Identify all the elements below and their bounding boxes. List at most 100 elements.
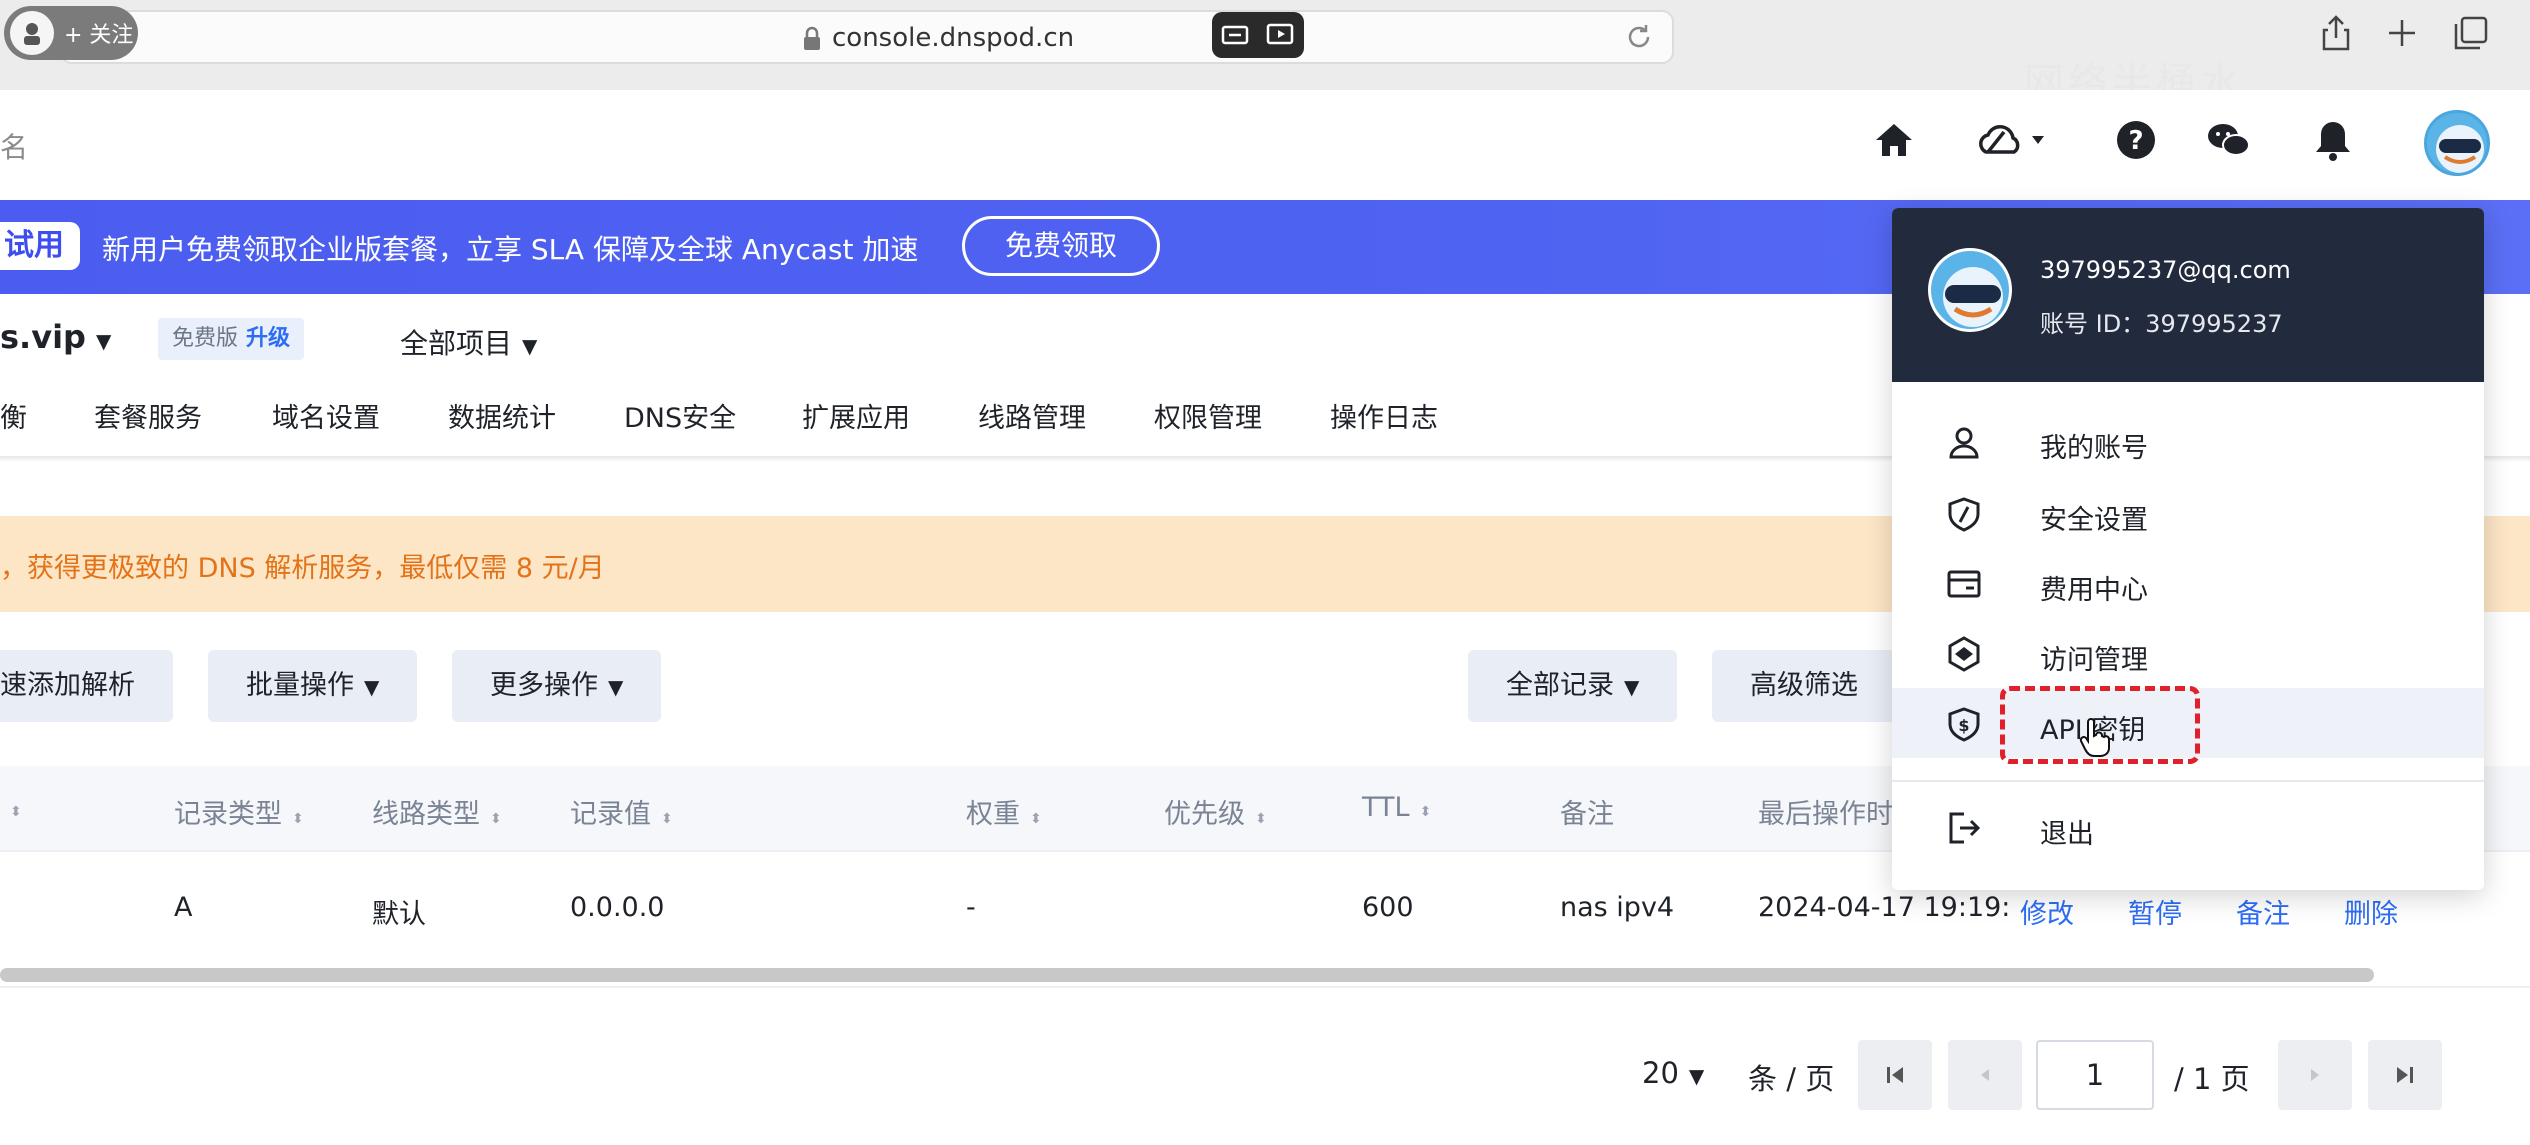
delete-link[interactable]: 删除 — [2344, 892, 2398, 931]
th-host[interactable]: ⬍ — [0, 792, 22, 823]
th-priority[interactable]: 优先级 ⬍ — [1164, 792, 1267, 831]
tabs-overview-icon[interactable] — [2452, 14, 2490, 52]
tab-package-service[interactable]: 套餐服务 — [94, 396, 202, 435]
tab-operation-log[interactable]: 操作日志 — [1330, 396, 1438, 435]
picture-in-picture-icon[interactable] — [1266, 22, 1296, 48]
caret-down-icon: ▼ — [608, 675, 624, 699]
pip-controls — [1212, 12, 1304, 58]
cell-record-value: 0.0.0.0 — [570, 892, 665, 923]
menu-item-security-settings[interactable]: 安全设置 — [1892, 478, 2484, 548]
cloud-icon[interactable] — [1974, 118, 2054, 162]
tab-permission-management[interactable]: 权限管理 — [1154, 396, 1262, 435]
user-avatar[interactable] — [2424, 110, 2490, 176]
th-record-value[interactable]: 记录值 ⬍ — [570, 792, 673, 831]
menu-item-logout[interactable]: 退出 — [1892, 792, 2484, 862]
menu-item-label: 访问管理 — [2040, 645, 2148, 676]
cell-record-type: A — [174, 892, 193, 923]
lock-icon — [804, 26, 820, 50]
menu-item-billing-center[interactable]: 费用中心 — [1892, 548, 2484, 618]
new-tab-icon[interactable] — [2386, 14, 2418, 52]
logout-icon — [1949, 812, 1981, 844]
advanced-filter-label: 高级筛选 — [1750, 670, 1858, 701]
user-icon — [1949, 427, 1979, 459]
menu-item-access-management[interactable]: 访问管理 — [1892, 618, 2484, 688]
url-text: console.dnspod.cn — [832, 23, 1075, 53]
horizontal-scrollbar[interactable] — [0, 968, 2374, 982]
follow-button[interactable]: + 关注 — [4, 6, 138, 60]
edit-link[interactable]: 修改 — [2020, 892, 2074, 931]
menu-item-my-account[interactable]: 我的账号 — [1892, 406, 2484, 476]
upgrade-link[interactable]: 升级 — [246, 326, 290, 351]
batch-label: 批量操作 — [246, 670, 354, 701]
sort-icon: ⬍ — [1030, 811, 1042, 827]
th-priority-label: 优先级 — [1164, 799, 1245, 830]
cell-last-operation: 2024-04-17 19:19: — [1758, 892, 2011, 923]
th-record-value-label: 记录值 — [570, 799, 651, 830]
sort-icon: ⬍ — [661, 811, 673, 827]
quick-add-record-button[interactable]: 速添加解析 — [0, 650, 173, 722]
notice-text: ，获得更极致的 DNS 解析服务，最低仅需 8 元/月 — [0, 553, 605, 584]
browser-toolbar: console.dnspod.cn + 关注 网络半桶水 — [0, 0, 2530, 106]
caret-down-icon: ▼ — [364, 675, 380, 699]
tab-statistics[interactable]: 数据统计 — [448, 396, 556, 435]
project-selector[interactable]: 全部项目 ▼ — [400, 322, 537, 362]
help-icon[interactable]: ? — [2114, 118, 2158, 162]
th-line-type[interactable]: 线路类型 ⬍ — [372, 792, 502, 831]
plan-badge: 免费版 升级 — [158, 318, 305, 360]
access-icon — [1948, 636, 1980, 672]
reload-icon[interactable] — [1624, 22, 1654, 52]
th-last-operation: 最后操作时 — [1758, 799, 1893, 830]
sort-icon: ⬍ — [292, 811, 304, 827]
domain-selector[interactable]: s.vip ▼ — [0, 318, 111, 356]
first-page-button[interactable] — [1858, 1040, 1932, 1110]
page-size-select[interactable]: 20 ▼ — [1642, 1056, 1704, 1090]
tab-dns-security[interactable]: DNS安全 — [624, 396, 736, 435]
uploader-avatar — [10, 11, 54, 55]
browser-actions — [2320, 14, 2490, 52]
per-page-label: 条 / 页 — [1748, 1062, 1835, 1096]
prev-page-button[interactable] — [1948, 1040, 2022, 1110]
tab-line-management[interactable]: 线路管理 — [978, 396, 1086, 435]
user-menu: 397995237@qq.com 账号 ID：397995237 我的账号 安全… — [1892, 208, 2484, 890]
hand-cursor-icon — [2079, 718, 2110, 757]
pause-link[interactable]: 暂停 — [2128, 892, 2182, 931]
menu-divider — [1892, 780, 2484, 782]
plan-name: 免费版 — [172, 326, 239, 351]
th-record-type[interactable]: 记录类型 ⬍ — [174, 792, 304, 831]
share-icon[interactable] — [2320, 14, 2352, 52]
cell-line-type: 默认 — [372, 899, 426, 930]
sort-icon: ⬍ — [490, 811, 502, 827]
sort-icon: ⬍ — [10, 804, 22, 820]
batch-operation-button[interactable]: 批量操作 ▼ — [208, 650, 418, 722]
th-weight[interactable]: 权重 ⬍ — [966, 792, 1042, 831]
tab-extensions[interactable]: 扩展应用 — [802, 396, 910, 435]
bell-icon[interactable] — [2312, 118, 2354, 162]
more-operations-button[interactable]: 更多操作 ▼ — [452, 650, 662, 722]
top-navigation: 名 ? — [0, 90, 2530, 200]
project-label: 全部项目 — [400, 327, 513, 360]
svg-text:?: ? — [2128, 126, 2143, 156]
wechat-icon[interactable] — [2206, 118, 2252, 162]
th-ttl[interactable]: TTL ⬍ — [1362, 792, 1431, 823]
screen-rotate-icon[interactable] — [1221, 23, 1249, 47]
next-page-button[interactable] — [2278, 1040, 2352, 1110]
claim-free-button[interactable]: 免费领取 — [962, 216, 1160, 276]
tab-domain-settings[interactable]: 域名设置 — [272, 396, 380, 435]
sort-icon: ⬍ — [1419, 804, 1432, 820]
remark-link[interactable]: 备注 — [2236, 892, 2290, 931]
page-number-input[interactable]: 1 — [2036, 1040, 2154, 1110]
domain-name: s.vip — [0, 318, 86, 356]
th-record-type-label: 记录类型 — [174, 799, 282, 830]
all-records-filter[interactable]: 全部记录 ▼ — [1468, 650, 1678, 722]
address-bar[interactable]: console.dnspod.cn — [60, 10, 1674, 64]
svg-text:$: $ — [1958, 716, 1969, 735]
total-pages-label: / 1 页 — [2174, 1062, 2250, 1096]
advanced-filter-button[interactable]: 高级筛选 — [1712, 650, 1896, 722]
tab-load-balance[interactable]: 衡 — [0, 396, 27, 435]
home-icon[interactable] — [1872, 118, 1916, 162]
quick-add-label: 速添加解析 — [0, 670, 135, 701]
user-email: 397995237@qq.com — [2040, 256, 2291, 284]
last-page-button[interactable] — [2368, 1040, 2442, 1110]
next-page-icon — [2311, 1069, 2319, 1081]
caret-down-icon: ▼ — [1624, 675, 1640, 699]
